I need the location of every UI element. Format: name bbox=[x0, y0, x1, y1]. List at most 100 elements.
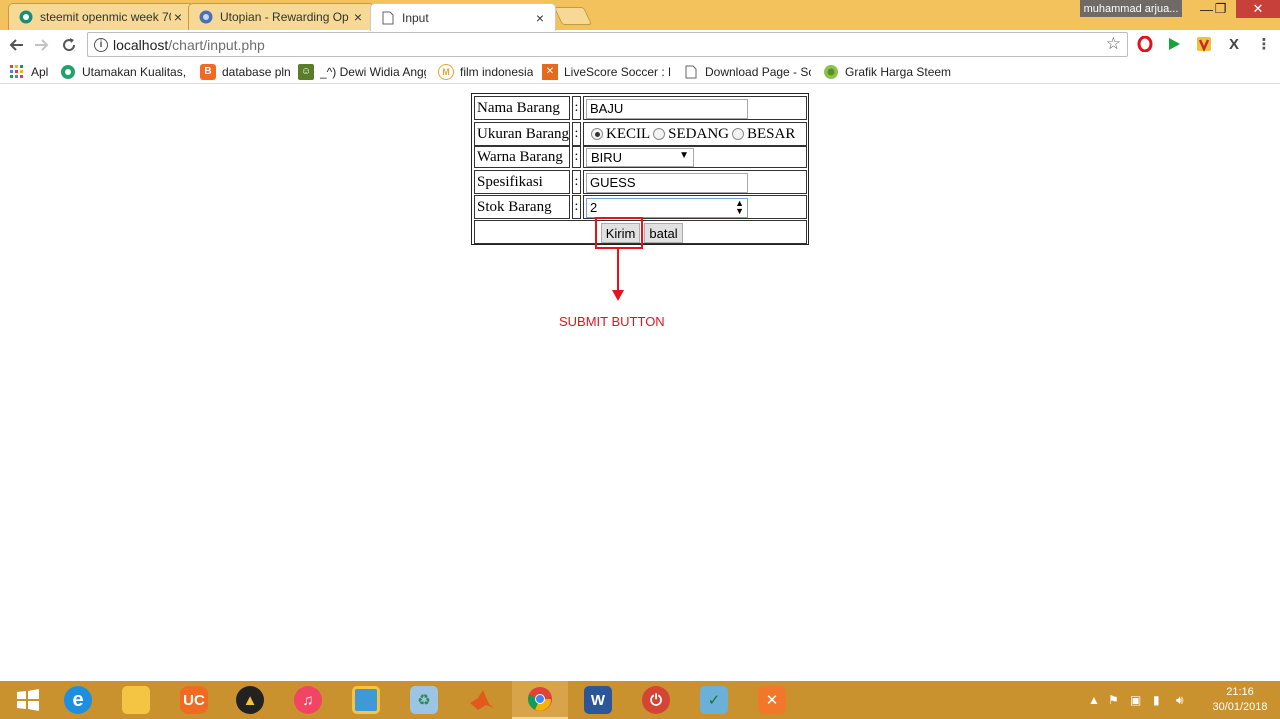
tab-label: Input bbox=[402, 10, 429, 25]
blogger-icon: B bbox=[200, 63, 216, 80]
frame-app-icon[interactable] bbox=[338, 681, 394, 719]
livescore-icon: ✕ bbox=[542, 63, 558, 80]
utopian-icon bbox=[199, 10, 213, 24]
power-app-icon[interactable]: ⏻ bbox=[628, 681, 684, 719]
internet-explorer-icon[interactable]: e bbox=[50, 681, 106, 719]
stok-number-input[interactable]: 2 ▲ ▼ bbox=[586, 198, 748, 218]
ukuran-radio-group: KECIL SEDANG BESAR bbox=[588, 123, 795, 145]
new-tab-button[interactable] bbox=[553, 7, 593, 25]
spesifikasi-input[interactable]: GUESS bbox=[586, 173, 748, 193]
m-icon: M bbox=[438, 63, 454, 80]
play-icon[interactable] bbox=[1164, 34, 1184, 54]
row-ukuran-barang: Ukuran Barang : KECIL SEDANG BESAR bbox=[474, 122, 807, 146]
show-hidden-icons[interactable]: ▲ bbox=[1088, 681, 1100, 719]
tab-close-icon[interactable]: × bbox=[351, 9, 365, 25]
field-cell: KECIL SEDANG BESAR bbox=[583, 122, 807, 146]
info-icon[interactable]: i bbox=[94, 38, 108, 52]
network-device-icon[interactable]: ▣ bbox=[1130, 681, 1141, 719]
bookmark-grafik-harga[interactable]: Grafik Harga Steem D bbox=[823, 63, 953, 80]
file-explorer-icon[interactable] bbox=[108, 681, 164, 719]
close-window-button[interactable]: ✕ bbox=[1236, 0, 1280, 18]
chrome-icon[interactable] bbox=[512, 681, 568, 719]
colon: : bbox=[572, 195, 581, 219]
xampp-icon[interactable]: ✕ bbox=[744, 681, 800, 719]
bookmark-dewi-widia[interactable]: ☺ _^) Dewi Widia Angg bbox=[298, 63, 426, 80]
label-warna-barang: Warna Barang bbox=[474, 146, 570, 168]
opera-icon[interactable] bbox=[1135, 34, 1155, 54]
batal-button[interactable]: batal bbox=[644, 223, 683, 243]
tab-steemit[interactable]: steemit openmic week 70 × bbox=[8, 3, 194, 30]
forward-icon[interactable] bbox=[31, 34, 53, 56]
radio-label-kecil: KECIL bbox=[606, 125, 651, 142]
apps-grid-icon bbox=[9, 64, 25, 80]
tab-label: Utopian - Rewarding Op bbox=[220, 10, 349, 24]
reload-icon[interactable] bbox=[58, 34, 80, 56]
radio-kecil[interactable] bbox=[591, 128, 603, 140]
submit-highlight-box bbox=[595, 217, 643, 249]
field-cell: BAJU bbox=[583, 96, 807, 120]
field-cell: 2 ▲ ▼ bbox=[583, 195, 807, 219]
windows-start-icon[interactable] bbox=[0, 681, 56, 719]
bookmark-apps[interactable]: Apl bbox=[9, 63, 54, 80]
row-spesifikasi: Spesifikasi : GUESS bbox=[474, 170, 807, 194]
tab-strip: steemit openmic week 70 × Utopian - Rewa… bbox=[0, 0, 1280, 31]
clock-time: 21:16 bbox=[1226, 686, 1254, 698]
green-circle-icon bbox=[60, 64, 76, 80]
bookmark-film-indonesia[interactable]: M film indonesia bbox=[438, 63, 533, 80]
archicad-icon[interactable]: ▲ bbox=[222, 681, 278, 719]
field-cell: GUESS bbox=[583, 170, 807, 194]
avatar-icon: ☺ bbox=[298, 63, 314, 80]
android-icon bbox=[823, 64, 839, 80]
colon: : bbox=[572, 146, 581, 168]
signal-icon[interactable]: ▮ bbox=[1153, 681, 1160, 719]
colon: : bbox=[572, 96, 581, 120]
system-clock[interactable]: 21:16 30/01/2018 bbox=[1205, 685, 1275, 715]
label-spesifikasi: Spesifikasi bbox=[474, 170, 570, 194]
bookmark-livescore[interactable]: ✕ LiveScore Soccer : Liv bbox=[542, 63, 670, 80]
flag-icon[interactable]: ⚑ bbox=[1108, 681, 1119, 719]
maximize-button[interactable]: ❐ bbox=[1204, 0, 1237, 18]
dropdown-arrow-icon: ▼ bbox=[679, 150, 689, 161]
bookmark-star-icon[interactable]: ☆ bbox=[1106, 34, 1121, 54]
nama-barang-input[interactable]: BAJU bbox=[586, 99, 748, 119]
page-icon bbox=[381, 11, 395, 25]
tab-utopian[interactable]: Utopian - Rewarding Op × bbox=[188, 3, 374, 30]
radio-besar[interactable] bbox=[732, 128, 745, 140]
colon: : bbox=[572, 170, 581, 194]
bookmark-utamakan[interactable]: Utamakan Kualitas, b bbox=[60, 63, 186, 80]
bookmarks-bar: Apl Utamakan Kualitas, b B database pln … bbox=[0, 59, 1280, 84]
x-extension-icon[interactable]: X bbox=[1224, 34, 1244, 54]
tab-input[interactable]: Input × bbox=[370, 3, 556, 31]
warna-selected-value: BIRU bbox=[591, 150, 623, 165]
matlab-icon[interactable] bbox=[454, 681, 510, 719]
annotation-arrow-head bbox=[612, 290, 624, 301]
volume-icon[interactable]: 🔊︎ bbox=[1176, 681, 1184, 719]
radio-sedang[interactable] bbox=[653, 128, 666, 140]
page-icon bbox=[683, 64, 699, 80]
warna-select[interactable]: BIRU ▼ bbox=[586, 148, 694, 167]
radio-label-besar: BESAR bbox=[747, 125, 796, 142]
tab-close-icon[interactable]: × bbox=[533, 10, 547, 26]
row-stok-barang: Stok Barang : 2 ▲ ▼ bbox=[474, 195, 807, 219]
field-cell: BIRU ▼ bbox=[583, 146, 807, 168]
word-icon[interactable]: W bbox=[570, 681, 626, 719]
back-icon[interactable] bbox=[5, 34, 27, 56]
spinner-arrows-icon[interactable]: ▲ ▼ bbox=[735, 199, 744, 216]
clock-date: 30/01/2018 bbox=[1212, 701, 1268, 713]
label-ukuran-barang: Ukuran Barang bbox=[474, 122, 570, 146]
profile-button[interactable]: muhammad arjua... bbox=[1080, 0, 1182, 17]
tab-close-icon[interactable]: × bbox=[171, 9, 185, 25]
vivaldi-icon[interactable] bbox=[1194, 34, 1214, 54]
uc-browser-icon[interactable]: UC bbox=[166, 681, 222, 719]
steemit-icon bbox=[19, 10, 33, 24]
menu-icon[interactable]: ⋮ bbox=[1254, 34, 1274, 54]
bookmark-database-pln[interactable]: B database pln bbox=[200, 63, 290, 80]
address-bar[interactable]: i localhost/chart/input.php ☆ bbox=[87, 32, 1128, 57]
itunes-icon[interactable]: ♫ bbox=[280, 681, 336, 719]
submit-button-annotation: SUBMIT BUTTON bbox=[559, 314, 665, 329]
checklist-app-icon[interactable]: ✓ bbox=[686, 681, 742, 719]
row-nama-barang: Nama Barang : BAJU bbox=[474, 96, 807, 120]
tab-label: steemit openmic week 70 bbox=[40, 10, 171, 24]
recycle-app-icon[interactable]: ♻ bbox=[396, 681, 452, 719]
bookmark-download-page[interactable]: Download Page - Sof bbox=[683, 63, 811, 80]
